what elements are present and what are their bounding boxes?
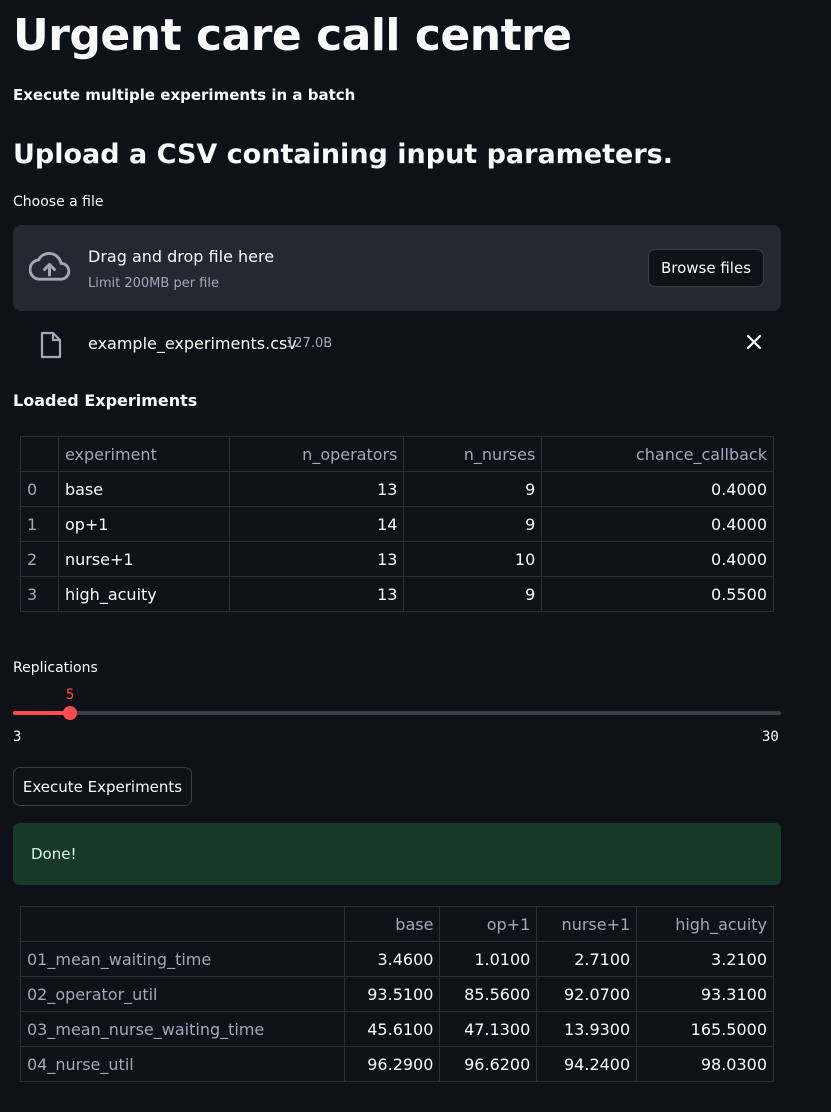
table-cell: 13.9300 <box>536 1011 638 1047</box>
replications-slider[interactable] <box>13 706 781 720</box>
close-icon[interactable] <box>744 332 764 352</box>
file-uploader-label: Choose a file <box>13 194 104 210</box>
column-header-op-plus-1[interactable]: op+1 <box>439 906 538 942</box>
table-cell: 14 <box>228 506 405 542</box>
table-cell: high_acuity <box>57 576 230 612</box>
slider-thumb[interactable] <box>62 706 77 720</box>
column-header-metric[interactable] <box>20 906 345 942</box>
cloud-upload-icon <box>29 251 71 281</box>
slider-min-label: 3 <box>13 729 22 745</box>
table-cell: 94.2400 <box>536 1046 638 1082</box>
table-cell: 93.5100 <box>343 976 441 1012</box>
page-subtitle: Execute multiple experiments in a batch <box>13 86 356 104</box>
table-cell: 92.0700 <box>536 976 638 1012</box>
column-header-experiment[interactable]: experiment <box>57 436 230 472</box>
table-cell: 0.4000 <box>541 506 774 542</box>
table-cell: 0.4000 <box>541 471 774 507</box>
column-header-base[interactable]: base <box>343 906 441 942</box>
table-row: 0 base 13 9 0.4000 <box>20 471 774 507</box>
table-cell: nurse+1 <box>57 541 230 577</box>
table-cell: 9 <box>403 471 543 507</box>
row-index: 01_mean_waiting_time <box>20 941 345 977</box>
table-row: 01_mean_waiting_time 3.4600 1.0100 2.710… <box>20 941 774 977</box>
table-row: 2 nurse+1 13 10 0.4000 <box>20 541 774 577</box>
table-cell: 3.2100 <box>636 941 774 977</box>
column-header-index[interactable] <box>20 436 59 472</box>
browse-files-button[interactable]: Browse files <box>648 249 764 287</box>
table-row: 1 op+1 14 9 0.4000 <box>20 506 774 542</box>
table-cell: 13 <box>228 576 405 612</box>
success-alert: Done! <box>13 823 781 885</box>
row-index: 1 <box>20 506 59 542</box>
row-index: 0 <box>20 471 59 507</box>
page-title: Urgent care call centre <box>13 10 572 61</box>
uploaded-file-row: example_experiments.csv 127.0B <box>13 325 781 363</box>
table-cell: 93.3100 <box>636 976 774 1012</box>
column-header-n-operators[interactable]: n_operators <box>228 436 405 472</box>
uploaded-file-size: 127.0B <box>286 336 333 351</box>
table-cell: 13 <box>228 471 405 507</box>
dropzone-instructions: Drag and drop file here <box>88 247 275 266</box>
table-cell: 96.2900 <box>343 1046 441 1082</box>
table-cell: 3.4600 <box>343 941 441 977</box>
table-cell: 9 <box>403 576 543 612</box>
table-header-row: experiment n_operators n_nurses chance_c… <box>20 436 774 472</box>
table-cell: 2.7100 <box>536 941 638 977</box>
column-header-chance-callback[interactable]: chance_callback <box>541 436 774 472</box>
table-cell: 0.4000 <box>541 541 774 577</box>
table-cell: 85.5600 <box>439 976 538 1012</box>
execute-experiments-button[interactable]: Execute Experiments <box>13 767 192 806</box>
table-cell: op+1 <box>57 506 230 542</box>
file-dropzone[interactable]: Drag and drop file here Limit 200MB per … <box>13 225 781 311</box>
table-row: 02_operator_util 93.5100 85.5600 92.0700… <box>20 976 774 1012</box>
row-index: 02_operator_util <box>20 976 345 1012</box>
loaded-experiments-table[interactable]: experiment n_operators n_nurses chance_c… <box>20 436 774 612</box>
row-index: 3 <box>20 576 59 612</box>
slider-fill <box>13 711 70 715</box>
table-cell: 47.1300 <box>439 1011 538 1047</box>
replications-label: Replications <box>13 660 98 676</box>
table-cell: 9 <box>403 506 543 542</box>
table-cell: 13 <box>228 541 405 577</box>
table-cell: 0.5500 <box>541 576 774 612</box>
table-cell: 98.0300 <box>636 1046 774 1082</box>
uploaded-file-name: example_experiments.csv <box>88 334 297 353</box>
table-row: 3 high_acuity 13 9 0.5500 <box>20 576 774 612</box>
success-message: Done! <box>31 845 77 863</box>
table-row: 03_mean_nurse_waiting_time 45.6100 47.13… <box>20 1011 774 1047</box>
file-icon <box>40 331 62 359</box>
table-cell: 1.0100 <box>439 941 538 977</box>
table-cell: 165.5000 <box>636 1011 774 1047</box>
table-cell: 45.6100 <box>343 1011 441 1047</box>
table-cell: 10 <box>403 541 543 577</box>
dropzone-size-limit: Limit 200MB per file <box>88 276 219 291</box>
column-header-nurse-plus-1[interactable]: nurse+1 <box>536 906 638 942</box>
row-index: 04_nurse_util <box>20 1046 345 1082</box>
table-cell: base <box>57 471 230 507</box>
replications-slider-value: 5 <box>65 687 75 703</box>
slider-max-label: 30 <box>762 729 779 745</box>
upload-section-title: Upload a CSV containing input parameters… <box>13 139 673 170</box>
column-header-high-acuity[interactable]: high_acuity <box>636 906 774 942</box>
loaded-experiments-heading: Loaded Experiments <box>13 391 198 410</box>
row-index: 03_mean_nurse_waiting_time <box>20 1011 345 1047</box>
table-header-row: base op+1 nurse+1 high_acuity <box>20 906 774 942</box>
table-row: 04_nurse_util 96.2900 96.6200 94.2400 98… <box>20 1046 774 1082</box>
row-index: 2 <box>20 541 59 577</box>
results-table[interactable]: base op+1 nurse+1 high_acuity 01_mean_wa… <box>20 906 774 1082</box>
table-cell: 96.6200 <box>439 1046 538 1082</box>
column-header-n-nurses[interactable]: n_nurses <box>403 436 543 472</box>
